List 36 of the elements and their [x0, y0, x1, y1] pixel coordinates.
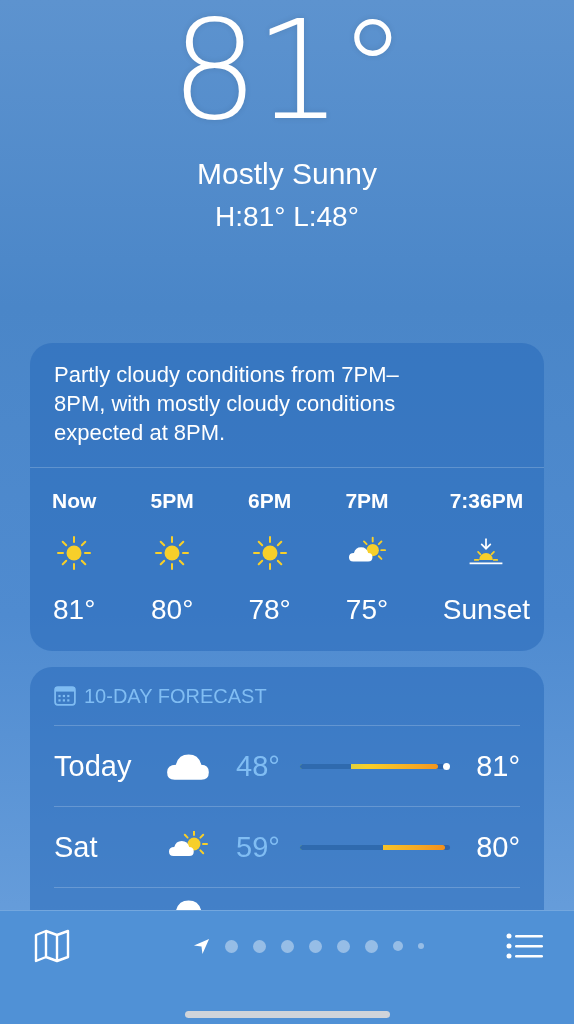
high-temperature: 80° [476, 830, 520, 864]
sun-icon [250, 535, 289, 571]
high-temperature: 81° [476, 749, 520, 783]
location-arrow-icon[interactable] [192, 937, 210, 955]
page-dot[interactable] [417, 943, 424, 949]
low-temperature: 48° [236, 749, 281, 783]
hour-temperature: Sunset [442, 593, 530, 627]
low-temperature: 59° [236, 830, 281, 864]
page-dot[interactable] [336, 939, 350, 953]
calendar-icon [54, 686, 76, 706]
sun-icon [55, 535, 94, 571]
page-dot[interactable] [280, 939, 294, 953]
forecast-summary: Partly cloudy conditions from 7PM–8PM, with mostly cloudy conditions expected at 8PM. [30, 343, 544, 468]
page-dot[interactable] [392, 941, 403, 951]
map-icon[interactable] [34, 929, 70, 963]
hour-temperature: 80° [151, 593, 194, 627]
hour-label: 7PM [345, 488, 389, 514]
hour-label: Now [52, 488, 97, 514]
page-dot[interactable] [308, 939, 322, 953]
day-label: Today [54, 749, 133, 783]
hour-temperature: 81° [53, 593, 96, 627]
high-low-temperature: H:81° L:48° [215, 200, 359, 234]
hour-label: 6PM [248, 488, 292, 514]
day-label: Sat [54, 830, 99, 864]
current-temperature: 81° [170, 2, 404, 140]
hour-temperature: 78° [248, 593, 291, 627]
weather-condition: Mostly Sunny [196, 156, 378, 192]
hour-label: 5PM [150, 488, 194, 514]
hour-label: 7:36PM [449, 488, 524, 514]
sun-icon [153, 535, 192, 571]
list-icon[interactable] [506, 933, 544, 959]
page-dot[interactable] [364, 939, 378, 953]
page-dot[interactable] [224, 939, 238, 953]
section-title: 10-DAY FORECAST [84, 684, 267, 708]
hour-temperature: 75° [345, 593, 389, 627]
page-dot[interactable] [252, 939, 266, 953]
